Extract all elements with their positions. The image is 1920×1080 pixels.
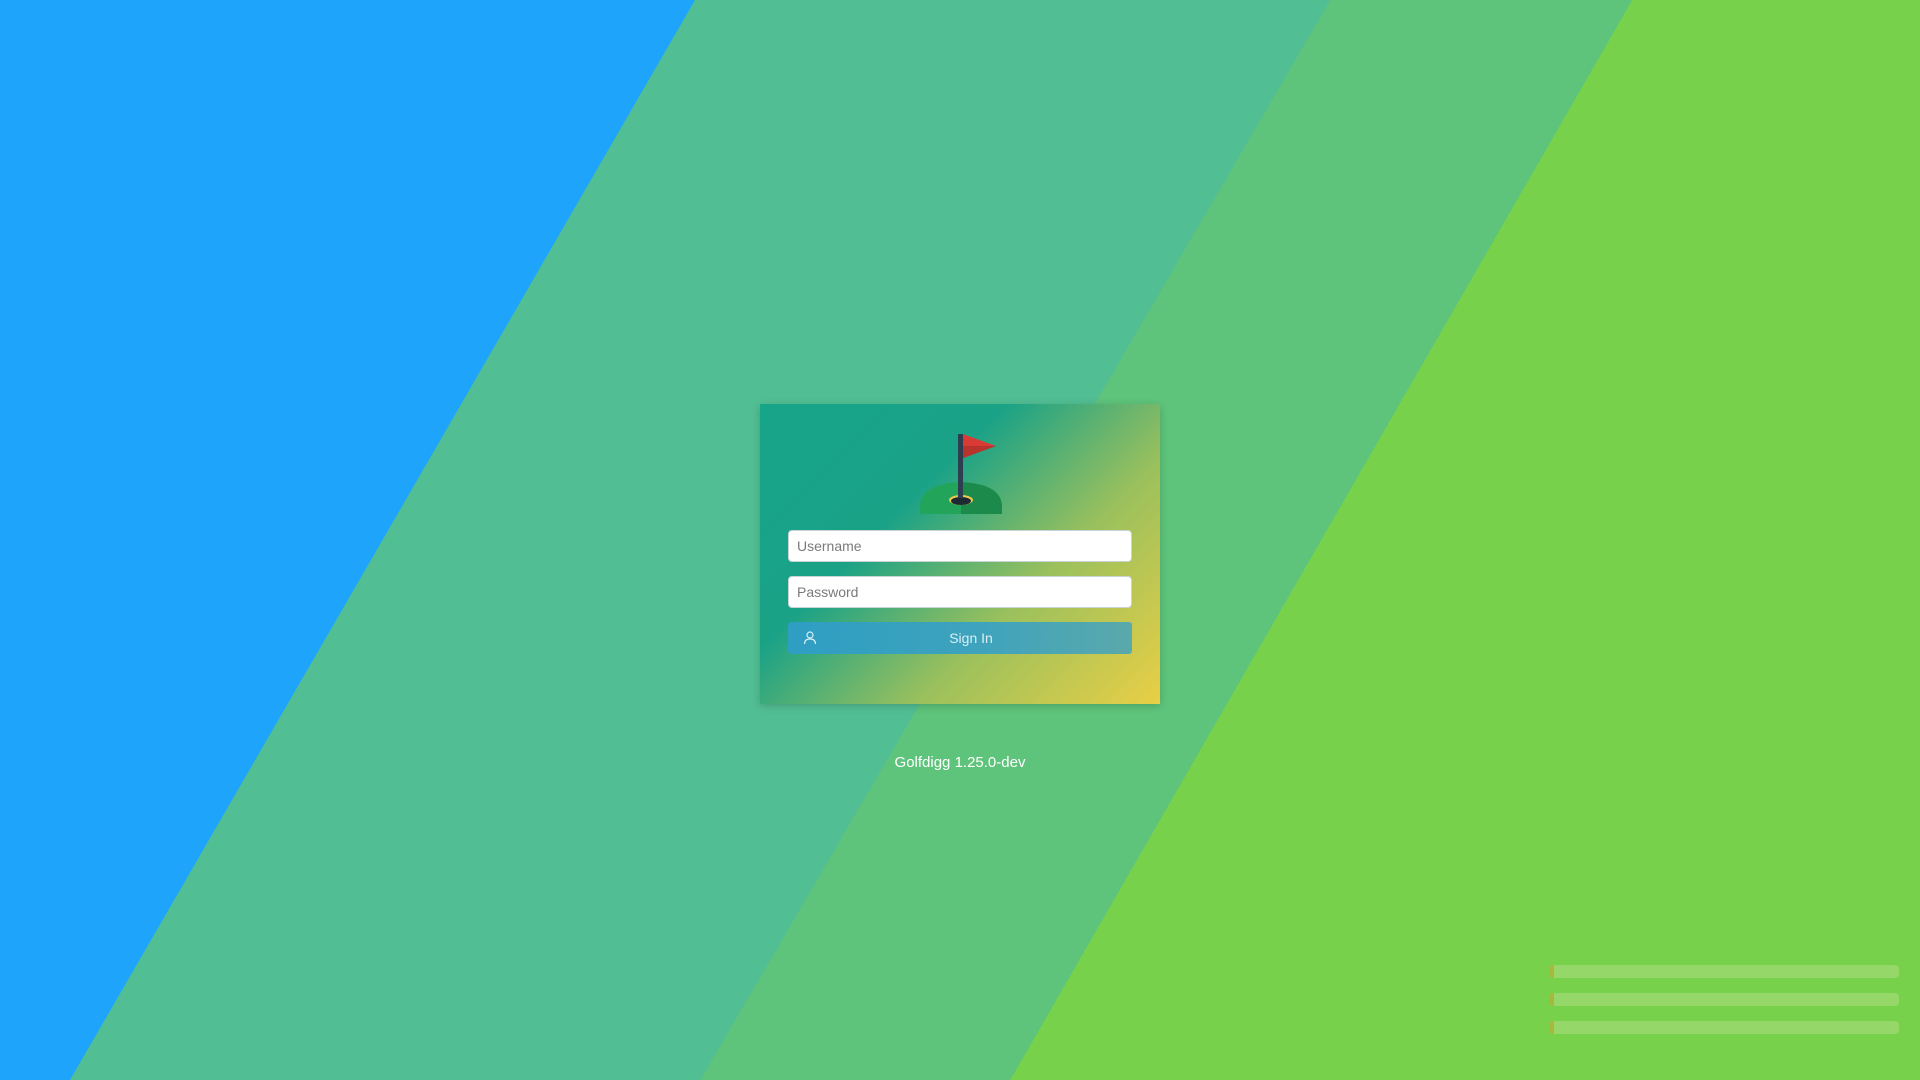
notification-marker: [1549, 1021, 1554, 1034]
notification-bar[interactable]: [1549, 1021, 1899, 1034]
golf-flag-icon: [920, 434, 1002, 514]
username-input[interactable]: [788, 530, 1132, 562]
notification-marker: [1549, 965, 1554, 978]
notification-marker: [1549, 993, 1554, 1006]
password-input[interactable]: [788, 576, 1132, 608]
notification-bar[interactable]: [1549, 965, 1899, 978]
version-label: Golfdigg 1.25.0-dev: [894, 754, 1026, 771]
login-card: Sign In: [760, 404, 1160, 704]
sign-in-button[interactable]: Sign In: [788, 622, 1132, 654]
sign-in-label: Sign In: [949, 630, 993, 646]
notification-bar[interactable]: [1549, 993, 1899, 1006]
